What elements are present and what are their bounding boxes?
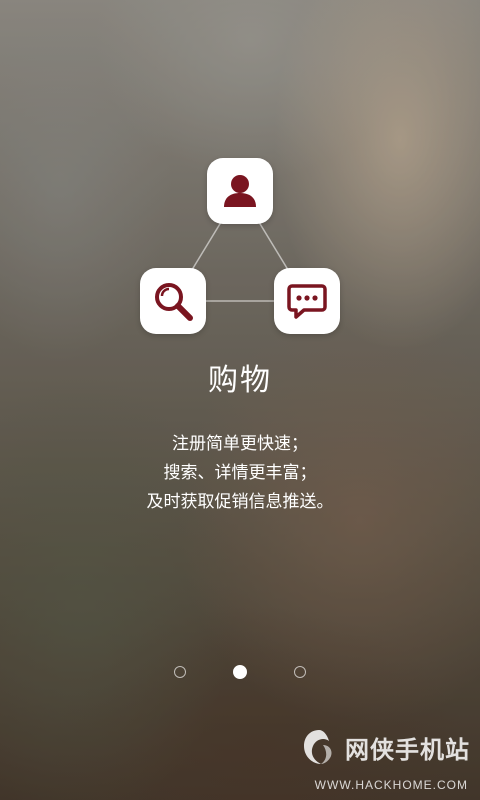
brand-logo-icon <box>304 730 332 764</box>
feature-description: 注册简单更快速； 搜索、详情更丰富； 及时获取促销信息推送。 <box>0 430 480 517</box>
description-line: 注册简单更快速； <box>172 434 308 454</box>
watermark-url: WWW.HACKHOME.COM <box>314 778 468 792</box>
search-tile <box>140 268 206 334</box>
page-indicator <box>0 665 480 682</box>
description-line: 及时获取促销信息推送。 <box>146 492 334 512</box>
watermark: 网侠手机站 <box>299 722 470 772</box>
user-tile <box>207 158 273 224</box>
page-dot-3[interactable] <box>294 666 306 678</box>
feature-title: 购物 <box>208 363 272 398</box>
user-icon <box>224 175 256 207</box>
watermark-brand: 网侠手机站 <box>345 736 470 764</box>
page-dot-2-active[interactable] <box>233 665 247 679</box>
chat-icon <box>287 284 327 319</box>
description-line: 搜索、详情更丰富； <box>163 463 317 483</box>
page-dot-1[interactable] <box>174 666 186 678</box>
search-icon <box>155 283 193 321</box>
chat-tile <box>274 268 340 334</box>
feature-diagram <box>0 0 480 360</box>
